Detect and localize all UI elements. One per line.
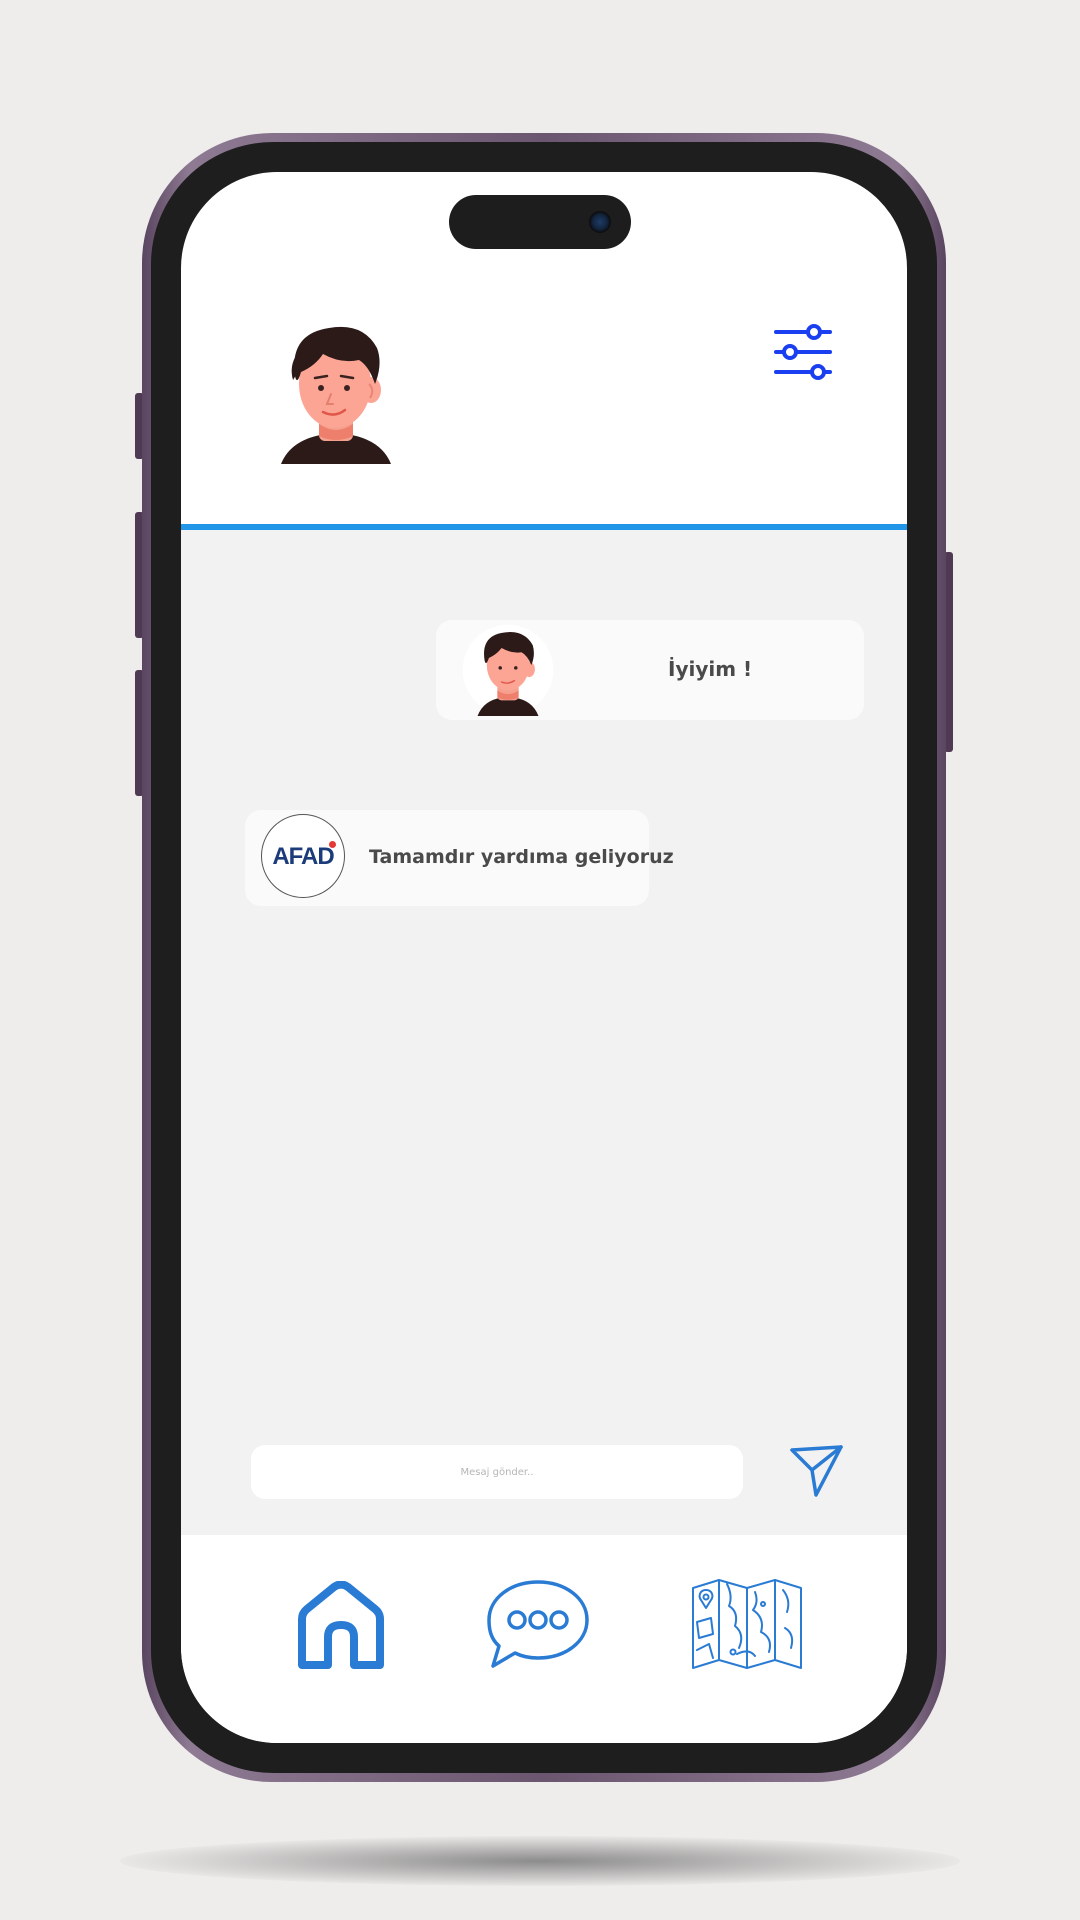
profile-avatar[interactable] xyxy=(271,314,401,474)
afad-logo: AFAD xyxy=(261,814,345,898)
message-input[interactable] xyxy=(251,1445,743,1499)
sliders-icon xyxy=(774,324,832,380)
map-icon xyxy=(692,1579,802,1669)
phone-screen: İyiyim ! AFAD Tamamdır yardıma geliyoruz xyxy=(181,172,907,1743)
send-icon xyxy=(790,1445,843,1497)
chat-message-outgoing: İyiyim ! xyxy=(436,620,864,720)
afad-logo-dot xyxy=(329,841,336,848)
filter-button[interactable] xyxy=(772,322,834,382)
nav-chat-button[interactable] xyxy=(483,1578,593,1670)
nav-map-button[interactable] xyxy=(689,1578,805,1670)
nav-home-button[interactable] xyxy=(296,1580,386,1671)
home-icon xyxy=(298,1580,384,1669)
chat-area[interactable]: İyiyim ! AFAD Tamamdır yardıma geliyoruz xyxy=(181,530,907,1535)
message-text: İyiyim ! xyxy=(668,657,753,681)
send-button[interactable] xyxy=(789,1444,845,1498)
message-text: Tamamdır yardıma geliyoruz xyxy=(369,846,674,868)
dynamic-island xyxy=(449,195,631,249)
chat-bubble-icon xyxy=(487,1580,589,1668)
camera-icon xyxy=(589,211,611,233)
bottom-nav xyxy=(181,1535,907,1743)
chat-message-incoming: AFAD Tamamdır yardıma geliyoruz xyxy=(245,810,674,906)
user-avatar-icon xyxy=(462,624,554,716)
phone-shadow xyxy=(120,1836,960,1886)
mockup-stage: İyiyim ! AFAD Tamamdır yardıma geliyoruz xyxy=(0,0,1080,1920)
message-avatar xyxy=(462,624,554,716)
user-avatar-icon xyxy=(281,326,391,464)
